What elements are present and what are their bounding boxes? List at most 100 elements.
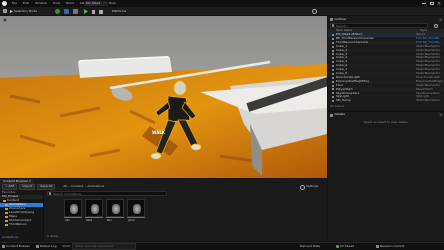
content-settings[interactable]: Settings	[300, 184, 318, 190]
save-icon[interactable]	[3, 9, 7, 13]
content-drawer-button[interactable]: Content Drawer	[2, 243, 30, 249]
asset-type-bar	[85, 217, 103, 218]
asset-type-bar	[127, 217, 145, 218]
details-panel: Details × Select an object to view detai…	[328, 111, 444, 241]
step-icon[interactable]	[92, 9, 95, 14]
all-saved-status[interactable]: All Saved	[336, 243, 354, 249]
outliner-search-placeholder: Search...	[336, 24, 350, 28]
cmd-dropdown[interactable]: Cmd	[63, 244, 70, 249]
breadcrumb-item[interactable]: Content	[71, 185, 83, 189]
eye-icon[interactable]	[332, 65, 334, 68]
eye-icon[interactable]	[332, 57, 334, 60]
revision-control-label: Revision Control	[380, 243, 405, 248]
add-actor-icon[interactable]	[55, 9, 60, 14]
breadcrumb-separator-icon: ›	[68, 184, 70, 189]
menu-edit[interactable]: Edit	[20, 2, 32, 6]
content-browser-tab-label: Content Browser 1	[3, 179, 31, 183]
eye-icon[interactable]	[332, 49, 334, 52]
eye-icon[interactable]	[332, 80, 334, 83]
asset-tile[interactable]: Walk	[85, 199, 103, 225]
outliner-tab[interactable]: Outliner	[330, 17, 347, 22]
collections-header[interactable]: Collections	[0, 236, 18, 240]
content-browser-toolbar: + Add Import Save All All › Content › An…	[0, 184, 327, 190]
blueprint-icon[interactable]	[64, 9, 69, 14]
play-icon[interactable]	[84, 9, 88, 14]
all-saved-label: All Saved	[340, 243, 354, 248]
close-icon[interactable]: ×	[437, 1, 441, 7]
menu-tools[interactable]: Tools	[50, 2, 63, 6]
outliner-search[interactable]: Search...	[330, 23, 428, 28]
details-close-icon[interactable]: ×	[439, 112, 442, 117]
unreal-logo-icon[interactable]	[2, 1, 7, 6]
import-button[interactable]: Import	[19, 184, 36, 190]
asset-tile[interactable]: Idle	[64, 199, 82, 225]
outliner-row[interactable]: SM_Ramp StaticMeshActor	[328, 99, 444, 103]
viewport-scene	[0, 16, 327, 178]
eye-icon[interactable]	[332, 84, 334, 87]
derived-data-button[interactable]: Derived Data	[300, 244, 320, 249]
output-log-button[interactable]: Output Log	[35, 243, 57, 249]
console-input[interactable]: Enter Console Command	[72, 243, 137, 250]
stop-icon[interactable]	[99, 9, 103, 14]
eye-icon[interactable]	[332, 41, 334, 44]
outliner-settings-icon[interactable]	[434, 24, 438, 28]
eye-icon[interactable]	[332, 53, 334, 56]
animation-icon	[91, 204, 99, 214]
add-button-label: Add	[8, 184, 15, 189]
eye-icon[interactable]	[332, 76, 334, 79]
main-toolbar: Selection Mode Platforms	[0, 7, 444, 16]
animation-icon	[133, 204, 141, 214]
maximize-icon[interactable]	[430, 1, 434, 5]
asset-tile[interactable]: Jump	[127, 199, 145, 225]
revision-control-button[interactable]: Revision Control	[376, 243, 405, 249]
details-tab[interactable]: Details	[330, 113, 345, 118]
menu-window[interactable]: Window	[32, 2, 50, 6]
asset-thumbnail	[106, 199, 124, 217]
folder-icon	[5, 203, 8, 207]
output-log-label: Output Log	[39, 243, 57, 248]
details-icon	[330, 113, 333, 117]
outliner-close-icon[interactable]: ×	[439, 17, 442, 22]
eye-icon[interactable]	[332, 88, 334, 91]
outliner-icon	[330, 18, 333, 21]
menu-bar: File Edit Window Tools Build Select Acto…	[0, 0, 444, 7]
eye-icon[interactable]	[332, 61, 334, 64]
eye-icon[interactable]	[332, 96, 334, 99]
viewport-options-icon[interactable]	[3, 18, 7, 22]
eye-icon[interactable]	[332, 72, 334, 75]
search-icon	[48, 192, 51, 195]
eye-icon[interactable]	[332, 45, 334, 48]
eye-icon[interactable]	[332, 33, 334, 36]
platforms-dropdown[interactable]: Platforms	[112, 9, 126, 14]
level-viewport[interactable]: WALK	[0, 16, 327, 178]
eye-icon[interactable]	[332, 92, 334, 95]
asset-tile[interactable]: Run	[106, 199, 124, 225]
outliner-panel: Outliner × Search... Item Label Type MC_…	[328, 16, 444, 110]
outliner-list: MC_Map1 (Editor) World BP_ThirdPersonChar…	[328, 33, 444, 103]
mode-dropdown[interactable]: Selection Mode	[10, 9, 37, 14]
folder-icon	[5, 211, 8, 215]
settings-icon[interactable]	[312, 9, 317, 14]
minimize-icon[interactable]	[422, 3, 426, 4]
outliner-footer: 23 actors	[330, 104, 442, 109]
asset-name: Run	[107, 219, 112, 222]
search-icon	[331, 24, 334, 27]
eye-icon[interactable]	[332, 68, 334, 71]
breadcrumb-item[interactable]: All	[63, 185, 67, 189]
eye-icon[interactable]	[332, 37, 334, 40]
eye-icon[interactable]	[332, 100, 334, 103]
content-drawer-label: Content Drawer	[6, 243, 30, 248]
save-all-button[interactable]: Save All	[37, 184, 56, 190]
mode-label: Selection Mode	[14, 9, 37, 13]
menu-build[interactable]: Build	[63, 2, 77, 6]
level-tab[interactable]: MC_Map1	[84, 1, 108, 6]
cinematics-icon[interactable]	[73, 9, 78, 14]
platforms-label: Platforms	[112, 9, 127, 13]
asset-search[interactable]: Search Animations	[47, 191, 167, 196]
add-button[interactable]: + Add	[2, 184, 18, 190]
folder-item[interactable]: ThirdPerson	[0, 223, 43, 227]
breadcrumb-item[interactable]: Animations	[87, 185, 104, 189]
menu-file[interactable]: File	[9, 2, 20, 6]
asset-thumbnail	[85, 199, 103, 217]
asset-name: Walk	[86, 219, 93, 222]
